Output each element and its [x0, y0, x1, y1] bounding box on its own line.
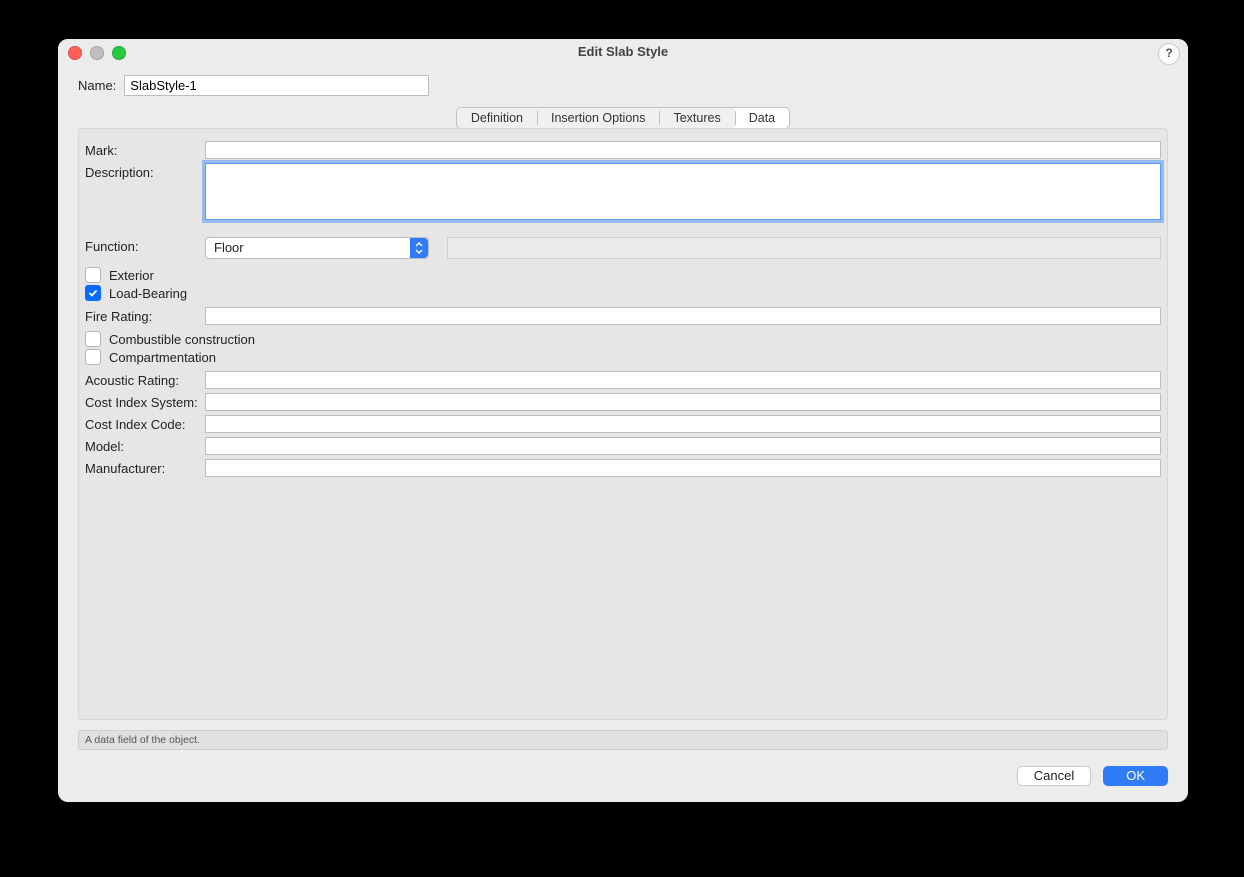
compartmentation-label: Compartmentation: [109, 350, 216, 365]
fire-rating-label: Fire Rating:: [85, 307, 205, 324]
description-label: Description:: [85, 163, 205, 180]
mark-input[interactable]: [205, 141, 1161, 159]
minimize-icon: [90, 46, 104, 60]
function-select[interactable]: Floor: [205, 237, 429, 259]
fire-rating-input[interactable]: [205, 307, 1161, 325]
model-input[interactable]: [205, 437, 1161, 455]
combustible-label: Combustible construction: [109, 332, 255, 347]
window-controls: [68, 46, 126, 60]
close-icon[interactable]: [68, 46, 82, 60]
help-icon: ?: [1165, 46, 1172, 60]
mark-label: Mark:: [85, 141, 205, 158]
exterior-label: Exterior: [109, 268, 154, 283]
function-secondary-field: [447, 237, 1161, 259]
load-bearing-label: Load-Bearing: [109, 286, 187, 301]
tab-definition[interactable]: Definition: [457, 108, 537, 128]
dialog-footer: Cancel OK: [58, 750, 1188, 802]
compartmentation-checkbox[interactable]: [85, 349, 101, 365]
acoustic-rating-label: Acoustic Rating:: [85, 371, 205, 388]
acoustic-rating-input[interactable]: [205, 371, 1161, 389]
name-row: Name:: [58, 65, 1188, 96]
zoom-icon[interactable]: [112, 46, 126, 60]
load-bearing-checkbox[interactable]: [85, 285, 101, 301]
status-text: A data field of the object.: [85, 734, 200, 746]
cost-index-system-input[interactable]: [205, 393, 1161, 411]
exterior-checkbox[interactable]: [85, 267, 101, 283]
status-bar: A data field of the object.: [78, 730, 1168, 750]
chevron-up-down-icon: [410, 238, 428, 258]
manufacturer-label: Manufacturer:: [85, 459, 205, 476]
function-value: Floor: [205, 237, 429, 259]
cost-index-code-label: Cost Index Code:: [85, 415, 205, 432]
name-label: Name:: [78, 78, 116, 93]
model-label: Model:: [85, 437, 205, 454]
ok-button[interactable]: OK: [1103, 766, 1168, 786]
cost-index-system-label: Cost Index System:: [85, 393, 205, 410]
cancel-button[interactable]: Cancel: [1017, 766, 1091, 786]
help-button[interactable]: ?: [1158, 43, 1180, 65]
manufacturer-input[interactable]: [205, 459, 1161, 477]
function-label: Function:: [85, 237, 205, 254]
dialog-window: Edit Slab Style ? Name: Definition Inser…: [58, 39, 1188, 802]
combustible-checkbox[interactable]: [85, 331, 101, 347]
tab-textures[interactable]: Textures: [659, 108, 734, 128]
data-panel: Mark: Description: Function: Floor: [78, 128, 1168, 720]
tab-insertion-options[interactable]: Insertion Options: [537, 108, 660, 128]
description-input[interactable]: [205, 163, 1161, 220]
window-title: Edit Slab Style: [578, 44, 668, 59]
titlebar: Edit Slab Style ?: [58, 39, 1188, 65]
tab-bar: Definition Insertion Options Textures Da…: [456, 107, 790, 129]
cost-index-code-input[interactable]: [205, 415, 1161, 433]
name-input[interactable]: [124, 75, 429, 96]
tab-data[interactable]: Data: [735, 108, 789, 128]
